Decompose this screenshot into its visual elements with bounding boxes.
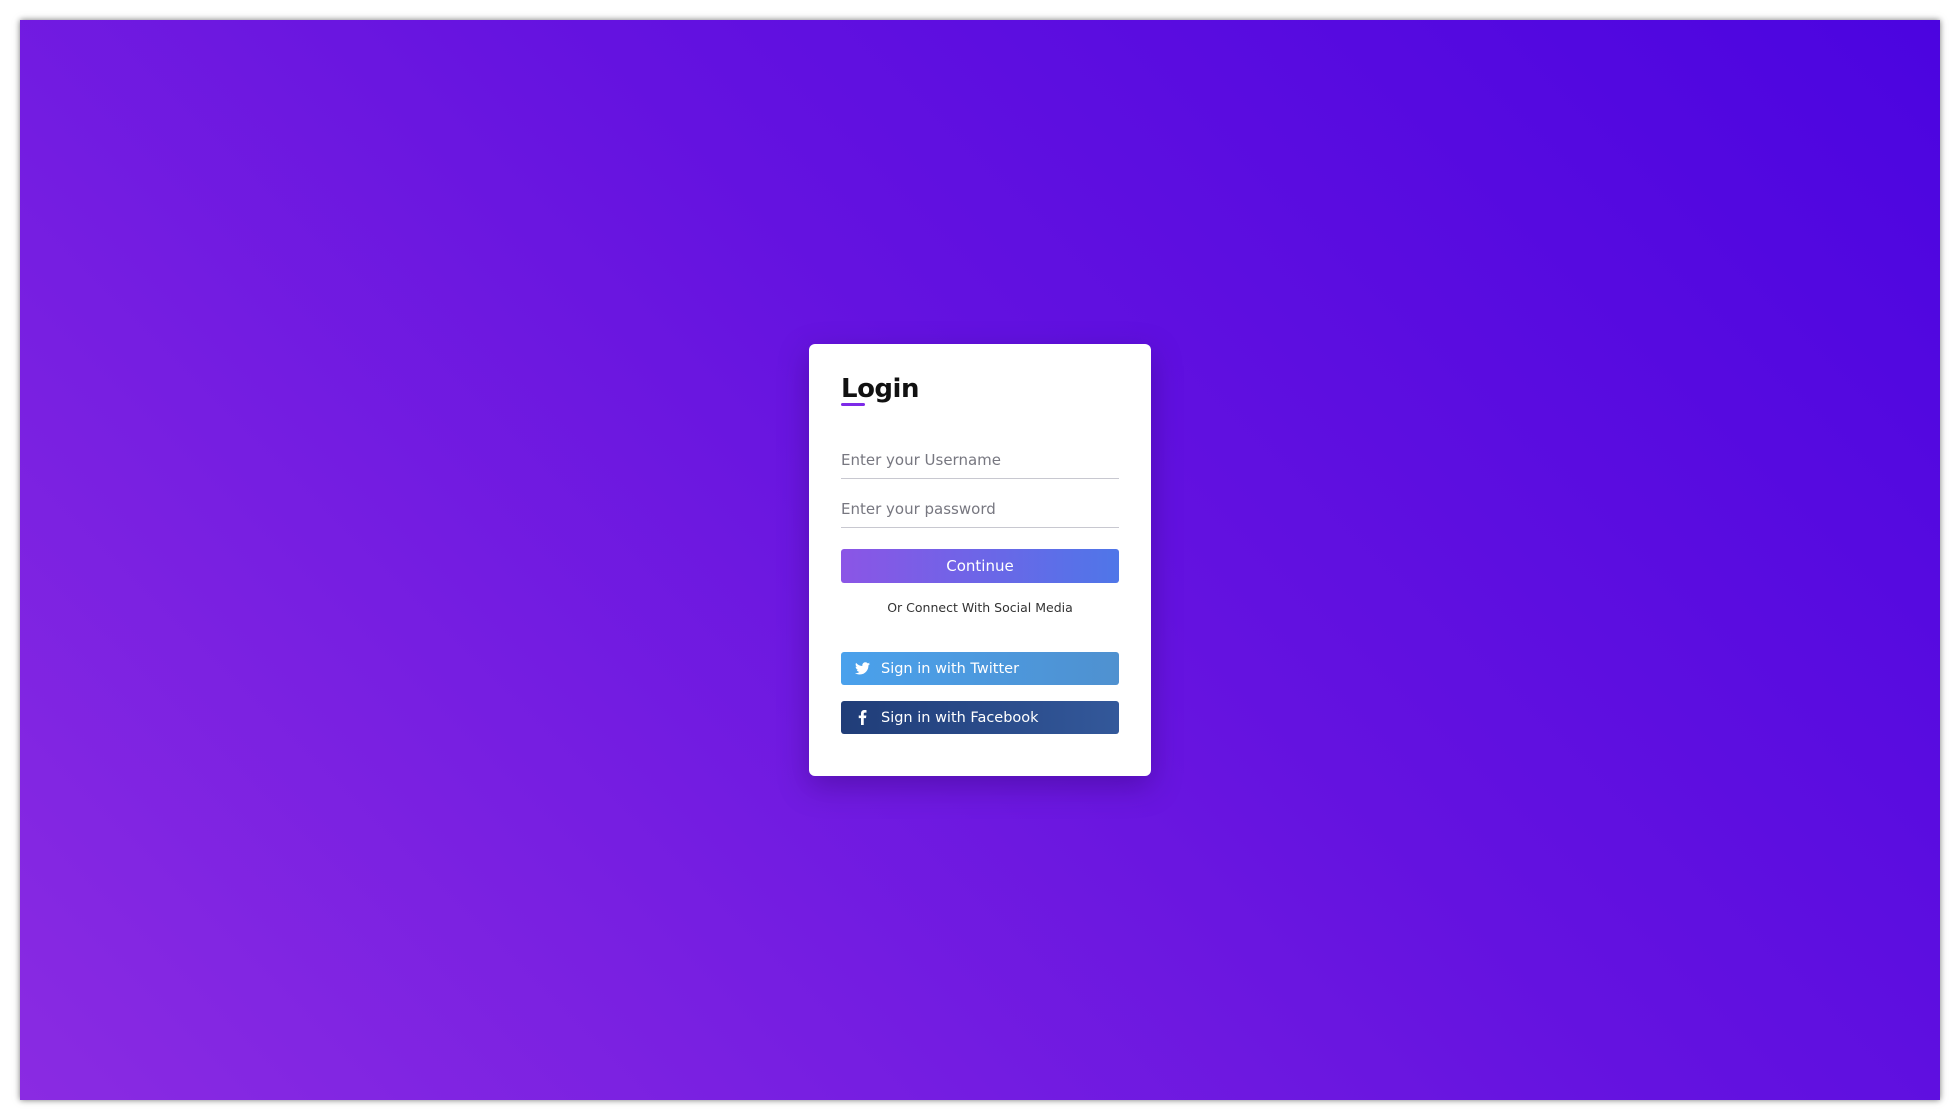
social-divider-text: Or Connect With Social Media	[887, 600, 1073, 615]
facebook-signin-label: Sign in with Facebook	[881, 709, 1039, 726]
twitter-signin-button[interactable]: Sign in with Twitter	[841, 652, 1119, 685]
facebook-signin-button[interactable]: Sign in with Facebook	[841, 701, 1119, 734]
page-title: Login	[841, 374, 919, 404]
page-background: Login Continue Or Connect With Social Me…	[20, 20, 1940, 1100]
login-card: Login Continue Or Connect With Social Me…	[809, 344, 1151, 776]
password-field	[841, 491, 1119, 528]
twitter-signin-label: Sign in with Twitter	[881, 660, 1020, 677]
twitter-icon	[852, 659, 872, 679]
username-field	[841, 442, 1119, 479]
title-underline	[841, 403, 865, 406]
continue-button[interactable]: Continue	[841, 549, 1119, 583]
username-input[interactable]	[841, 442, 1119, 478]
password-input[interactable]	[841, 491, 1119, 527]
facebook-icon	[852, 708, 872, 728]
